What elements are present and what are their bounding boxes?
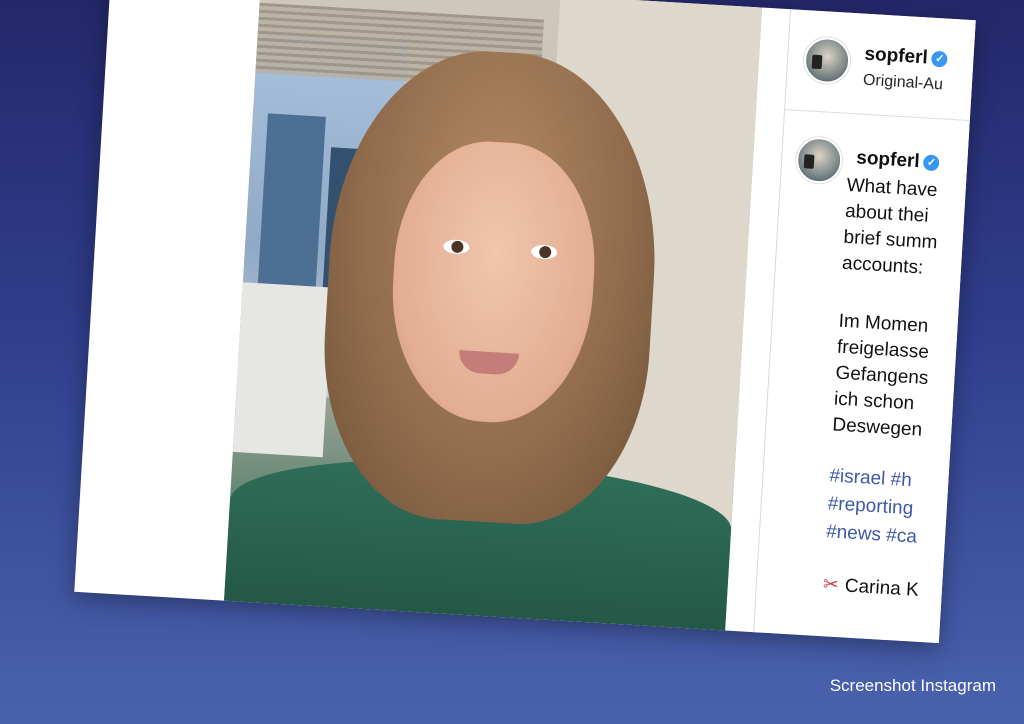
username-text: sopferl bbox=[855, 147, 921, 173]
building bbox=[232, 282, 333, 458]
verified-badge-icon: ✓ bbox=[931, 50, 949, 68]
video-frame[interactable] bbox=[223, 0, 763, 631]
avatar[interactable] bbox=[802, 36, 852, 85]
username-link[interactable]: sopferl ✓ bbox=[864, 44, 949, 71]
avatar[interactable] bbox=[794, 135, 844, 185]
screenshot-card: sopferl ✓ Original-Au sopferl ✓ What have … bbox=[74, 0, 976, 644]
camera-icon bbox=[803, 154, 815, 169]
scissors-icon: ✂ bbox=[822, 574, 840, 597]
hashtag-link[interactable]: #news #ca bbox=[825, 518, 918, 551]
post-panel: sopferl ✓ Original-Au sopferl ✓ What have … bbox=[753, 9, 976, 644]
caption-line: Deswegen bbox=[831, 414, 923, 441]
source-caption: Screenshot Instagram bbox=[829, 676, 996, 695]
caption-username-link[interactable]: sopferl ✓ bbox=[856, 147, 941, 174]
audio-label[interactable]: Original-Au bbox=[862, 72, 943, 95]
credit-text: Carina K bbox=[844, 575, 920, 601]
building bbox=[256, 113, 326, 307]
verified-badge-icon: ✓ bbox=[923, 154, 941, 172]
credit-line: ✂ Carina K bbox=[822, 572, 919, 604]
camera-icon bbox=[811, 54, 823, 70]
caption-line: accounts: bbox=[841, 252, 924, 279]
post-header: sopferl ✓ Original-Au bbox=[785, 9, 976, 122]
username-text: sopferl bbox=[863, 43, 929, 69]
